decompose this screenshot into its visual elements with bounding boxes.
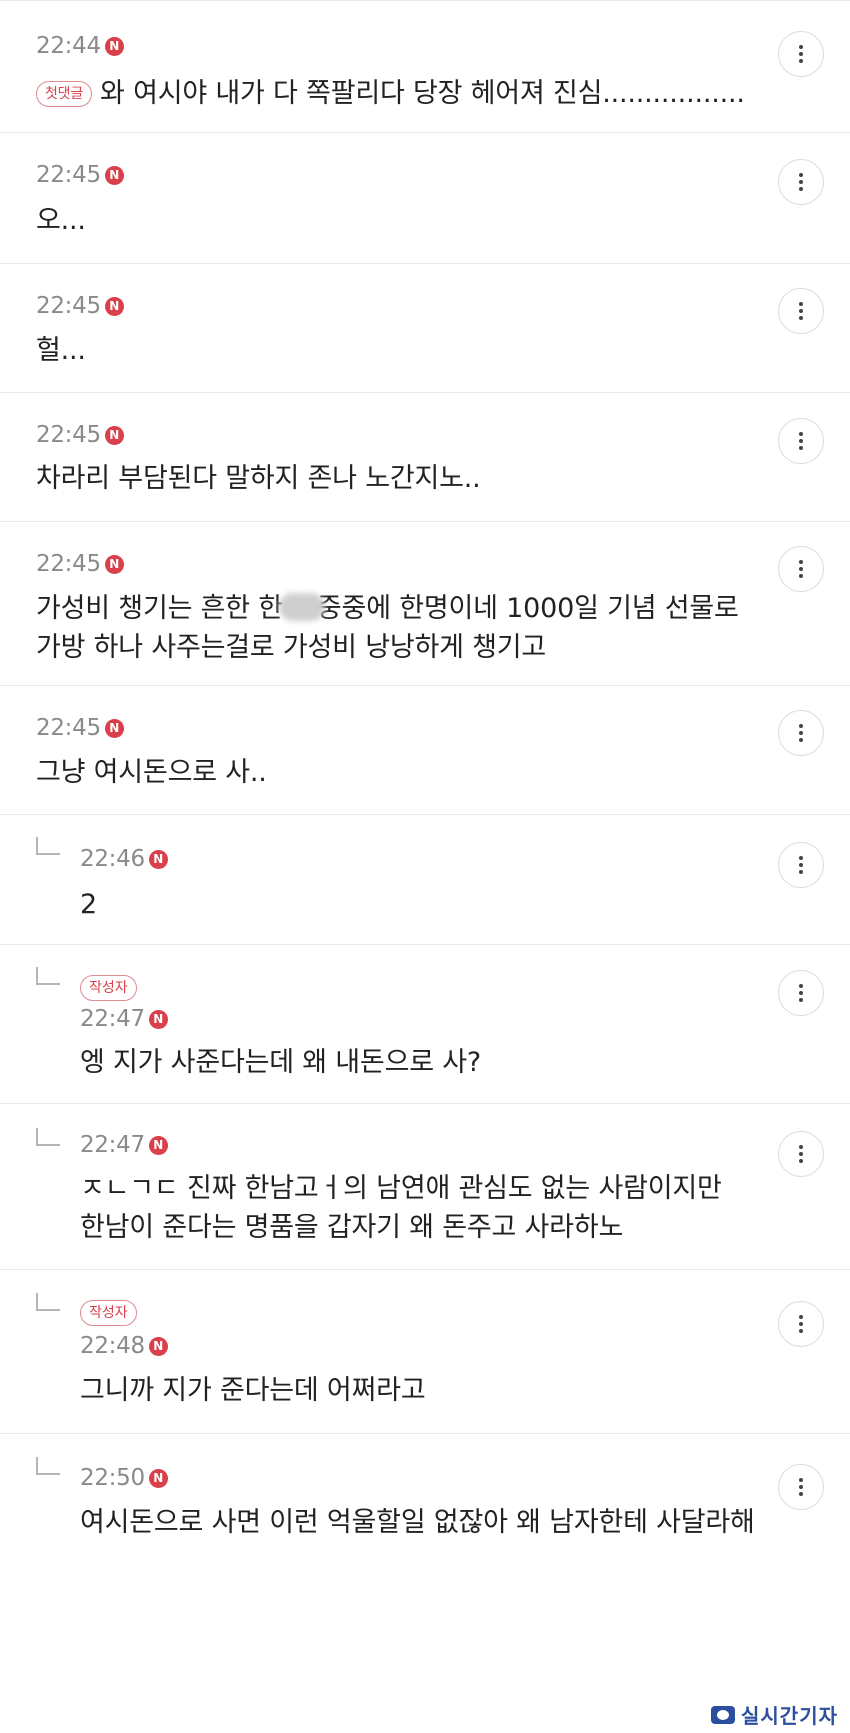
- more-options-button[interactable]: [778, 31, 824, 77]
- reply-arrow-icon: [36, 967, 60, 985]
- comment-time: 22:47: [80, 1006, 145, 1032]
- comment-line: 헐...: [36, 335, 86, 366]
- comment: 22:45 N 가성비 챙기는 흔한 한 중중에 한명이네 1000일 기념 선물…: [0, 522, 850, 686]
- reply-arrow-icon: [36, 1293, 60, 1311]
- comment-line: 가성비 챙기는 흔한 한 중중에 한명이네 1000일 기념 선물로: [36, 589, 739, 629]
- comment-meta: 22:47 N: [80, 1006, 168, 1032]
- comment-line: 가방 하나 사주는걸로 가성비 낭낭하게 챙기고: [36, 632, 547, 663]
- reply-comment: 22:46 N 2: [0, 815, 850, 945]
- new-badge: N: [104, 296, 124, 316]
- comment-line: 오...: [36, 205, 86, 236]
- first-comment-badge: 첫댓글: [36, 81, 93, 107]
- author-badge: 작성자: [80, 1300, 137, 1326]
- comment-time: 22:47: [80, 1132, 145, 1158]
- more-options-button[interactable]: [778, 288, 824, 334]
- reply-comment: 22:47 N ㅈㄴㄱㄷ 진짜 한남고ㅓ의 남연애 관심도 없는 사람이지만 한…: [0, 1104, 850, 1270]
- reply-comment: 작성자 22:47 N 엥 지가 사준다는데 왜 내돈으로 사?: [0, 945, 850, 1104]
- comment-time: 22:45: [36, 293, 101, 319]
- comment: 22:45 N 오...: [0, 133, 850, 264]
- more-options-button[interactable]: [778, 546, 824, 592]
- comment-meta: 22:45 N: [36, 293, 124, 319]
- comment-line: 와 여시야 내가 다 쪽팔리다 당장 헤어져 진심...............…: [100, 78, 745, 109]
- new-badge: N: [148, 1336, 168, 1356]
- site-watermark: 실시간기자: [711, 1700, 838, 1729]
- comment-text: 첫댓글 와 여시야 내가 다 쪽팔리다 당장 헤어져 진심............…: [36, 74, 745, 114]
- comment-meta: 22:50 N: [80, 1465, 168, 1491]
- comment-line: 2: [80, 889, 97, 920]
- new-badge: N: [148, 1009, 168, 1029]
- comment-line: 엥 지가 사준다는데 왜 내돈으로 사?: [80, 1047, 482, 1078]
- comment-time: 22:45: [36, 162, 101, 188]
- comment-meta: 22:44 N: [36, 33, 124, 59]
- more-options-button[interactable]: [778, 1131, 824, 1177]
- comment-line: 한남이 준다는 명품을 갑자기 왜 돈주고 사라하노: [80, 1212, 624, 1243]
- comment-meta: 22:48 N: [80, 1333, 168, 1359]
- reply-comment: 22:50 N 여시돈으로 사면 이런 억울할일 없잖아 왜 남자한테 사달라해: [0, 1434, 850, 1575]
- new-badge: N: [104, 425, 124, 445]
- comment-time: 22:48: [80, 1333, 145, 1359]
- new-badge: N: [148, 1135, 168, 1155]
- comment-line: 그냥 여시돈으로 사..: [36, 757, 267, 788]
- new-badge: N: [104, 36, 124, 56]
- comment-time: 22:44: [36, 33, 101, 59]
- comment-meta: 22:46 N: [80, 846, 168, 872]
- comment-time: 22:45: [36, 715, 101, 741]
- new-badge: N: [104, 718, 124, 738]
- comment: 22:45 N 헐...: [0, 264, 850, 393]
- new-badge: N: [148, 1468, 168, 1488]
- reply-arrow-icon: [36, 1128, 60, 1146]
- comment-line-part: 가성비 챙기는 흔한 한: [36, 593, 283, 624]
- more-options-button[interactable]: [778, 418, 824, 464]
- comment-meta: 22:47 N: [80, 1132, 168, 1158]
- comment-meta: 22:45 N: [36, 715, 124, 741]
- comment-line: 그니까 지가 준다는데 어쩌라고: [80, 1375, 426, 1406]
- comment: 22:44 N 첫댓글 와 여시야 내가 다 쪽팔리다 당장 헤어져 진심....…: [0, 0, 850, 133]
- more-options-button[interactable]: [778, 1464, 824, 1510]
- comment-time: 22:46: [80, 846, 145, 872]
- more-options-button[interactable]: [778, 970, 824, 1016]
- watermark-text: 실시간기자: [741, 1704, 838, 1728]
- comment-meta: 22:45 N: [36, 162, 124, 188]
- comment-line-part: 중중에 한명이네 1000일 기념 선물로: [316, 593, 739, 624]
- comment: 22:45 N 그냥 여시돈으로 사..: [0, 686, 850, 815]
- comment-meta: 22:45 N: [36, 422, 124, 448]
- comment-time: 22:50: [80, 1465, 145, 1491]
- more-options-button[interactable]: [778, 1301, 824, 1347]
- new-badge: N: [148, 849, 168, 869]
- censor-blur: [278, 593, 325, 621]
- more-options-button[interactable]: [778, 842, 824, 888]
- reply-arrow-icon: [36, 837, 60, 855]
- comment-list: 22:44 N 첫댓글 와 여시야 내가 다 쪽팔리다 당장 헤어져 진심....…: [0, 0, 850, 1575]
- reply-arrow-icon: [36, 1457, 60, 1475]
- comment-line: 여시돈으로 사면 이런 억울할일 없잖아 왜 남자한테 사달라해: [80, 1507, 755, 1538]
- comment-meta: 22:45 N: [36, 551, 124, 577]
- comment-line: ㅈㄴㄱㄷ 진짜 한남고ㅓ의 남연애 관심도 없는 사람이지만: [80, 1173, 722, 1204]
- new-badge: N: [104, 165, 124, 185]
- comment-line: 차라리 부담된다 말하지 존나 노간지노..: [36, 463, 481, 494]
- watermark-logo-icon: [711, 1705, 735, 1724]
- more-options-button[interactable]: [778, 710, 824, 756]
- comment-time: 22:45: [36, 422, 101, 448]
- comment: 22:45 N 차라리 부담된다 말하지 존나 노간지노..: [0, 393, 850, 522]
- new-badge: N: [104, 554, 124, 574]
- author-badge: 작성자: [80, 975, 137, 1001]
- comment-time: 22:45: [36, 551, 101, 577]
- reply-comment: 작성자 22:48 N 그니까 지가 준다는데 어쩌라고: [0, 1270, 850, 1434]
- more-options-button[interactable]: [778, 159, 824, 205]
